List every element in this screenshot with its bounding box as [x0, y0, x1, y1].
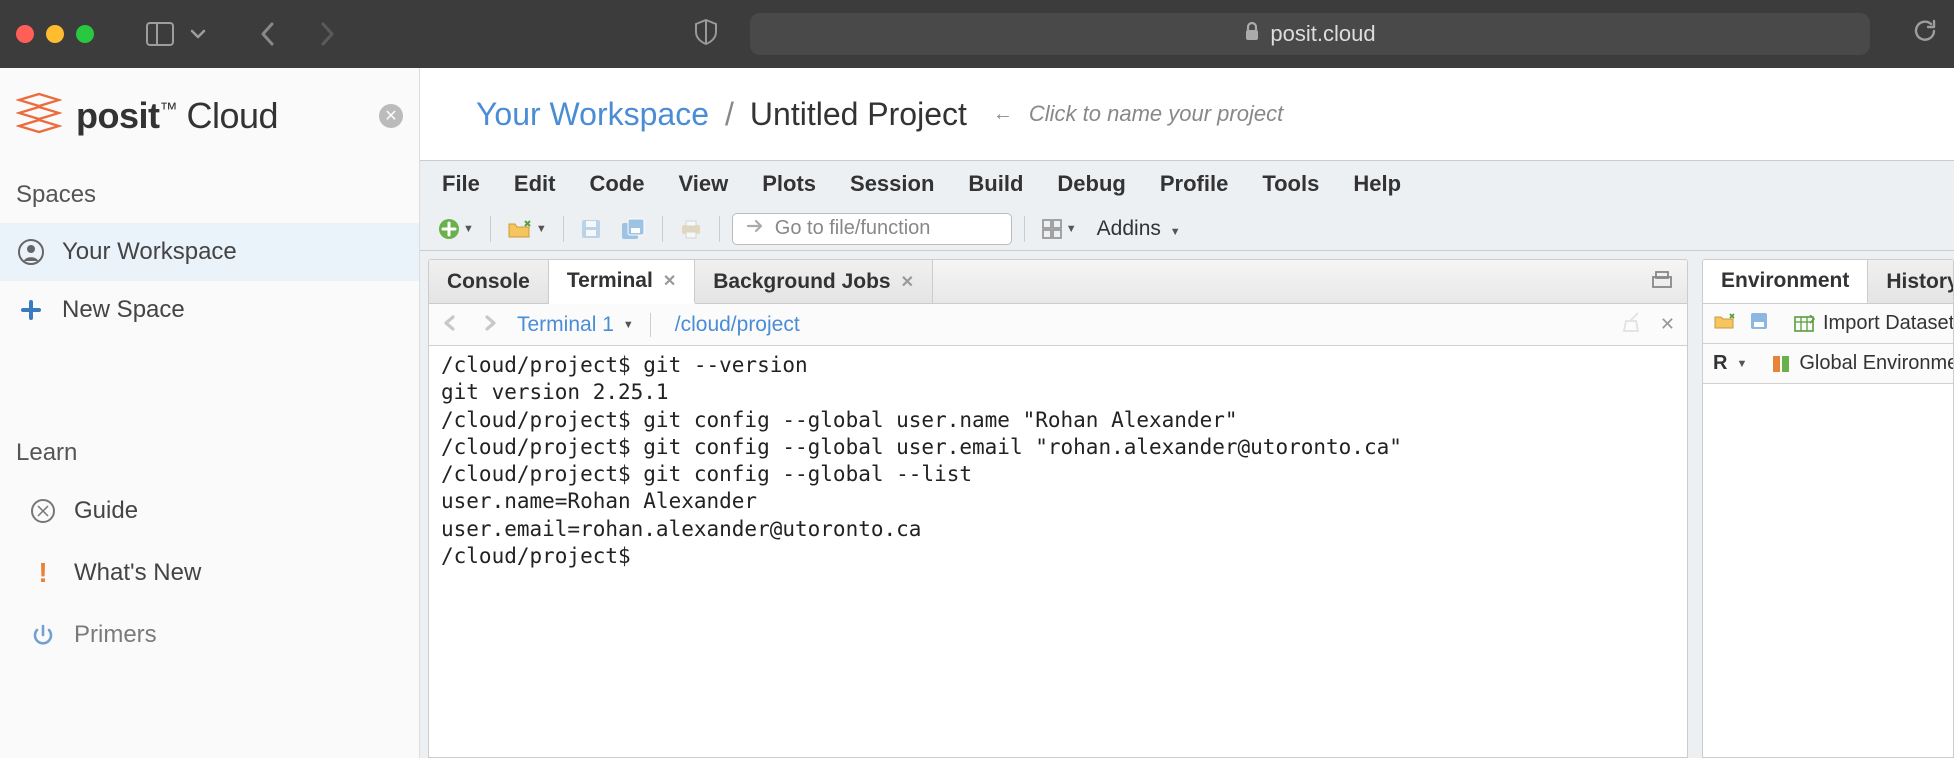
grid-view-button[interactable]: ▼	[1037, 214, 1081, 244]
breadcrumb: Your Workspace / Untitled Project ← Clic…	[420, 68, 1954, 160]
compass-icon	[30, 498, 56, 524]
breadcrumb-project-name[interactable]: Untitled Project	[750, 96, 967, 133]
environment-pane: Environment History Import Da	[1702, 259, 1954, 758]
rstudio-ide: File Edit Code View Plots Session Build …	[420, 160, 1954, 758]
power-icon	[30, 623, 56, 647]
tab-environment[interactable]: Environment	[1703, 260, 1868, 304]
menu-code[interactable]: Code	[589, 171, 644, 197]
tab-group-dropdown[interactable]	[190, 28, 206, 40]
terminal-output[interactable]: /cloud/project$ git --version git versio…	[429, 346, 1687, 757]
arrow-right-icon	[745, 217, 765, 241]
tab-background-jobs[interactable]: Background Jobs ✕	[695, 260, 933, 303]
sidebar-close-button[interactable]: ✕	[379, 104, 403, 128]
open-env-icon[interactable]	[1713, 312, 1737, 335]
address-bar[interactable]: posit.cloud	[750, 13, 1870, 55]
sidebar-toggle-button[interactable]	[146, 22, 178, 46]
menu-tools[interactable]: Tools	[1262, 171, 1319, 197]
environment-pane-tabs: Environment History	[1703, 260, 1953, 304]
rstudio-toolbar: ▼ ▼	[420, 207, 1954, 251]
terminal-prev-button[interactable]	[441, 312, 463, 338]
fullscreen-window-button[interactable]	[76, 25, 94, 43]
lock-icon	[1244, 21, 1260, 47]
back-button[interactable]	[248, 20, 286, 48]
spaces-section-label: Spaces	[0, 171, 419, 223]
browser-titlebar: posit.cloud	[0, 0, 1954, 68]
minimize-window-button[interactable]	[46, 25, 64, 43]
content-area: Your Workspace / Untitled Project ← Clic…	[420, 68, 1954, 758]
menu-build[interactable]: Build	[968, 171, 1023, 197]
save-env-icon[interactable]	[1749, 311, 1769, 336]
tab-terminal[interactable]: Terminal ✕	[549, 260, 695, 304]
sidebar-item-label: Guide	[74, 497, 138, 525]
goto-placeholder: Go to file/function	[775, 217, 931, 240]
sidebar-item-whats-new[interactable]: ! What's New	[0, 541, 419, 605]
reload-button[interactable]	[1912, 18, 1938, 51]
close-terminal-icon[interactable]: ✕	[1660, 314, 1675, 335]
menu-session[interactable]: Session	[850, 171, 934, 197]
window-controls	[16, 25, 94, 43]
sidebar-item-label: Your Workspace	[62, 238, 237, 266]
terminal-subtoolbar: Terminal 1 ▼ /cloud/project ✕	[429, 304, 1687, 346]
menu-profile[interactable]: Profile	[1160, 171, 1228, 197]
console-pane-tabs: Console Terminal ✕ Background Jobs ✕	[429, 260, 1687, 304]
maximize-pane-icon[interactable]	[1651, 269, 1673, 294]
r-scope-dropdown[interactable]: R ▼	[1713, 352, 1747, 375]
sidebar-item-label: New Space	[62, 296, 185, 324]
menu-edit[interactable]: Edit	[514, 171, 556, 197]
terminal-selector[interactable]: Terminal 1 ▼	[517, 313, 634, 337]
broom-icon[interactable]	[1620, 311, 1644, 338]
save-all-button[interactable]	[616, 214, 650, 244]
menu-help[interactable]: Help	[1353, 171, 1401, 197]
sidebar-item-guide[interactable]: Guide	[0, 481, 419, 541]
new-file-button[interactable]: ▼	[434, 214, 478, 244]
terminal-cwd: /cloud/project	[675, 313, 800, 337]
sidebar-item-label: Primers	[74, 621, 157, 649]
plus-icon	[16, 295, 46, 325]
breadcrumb-hint: Click to name your project	[1029, 101, 1283, 127]
app-sidebar: posit™ Cloud ✕ Spaces Your Workspace New…	[0, 68, 420, 758]
global-env-dropdown[interactable]: Global Environment	[1771, 352, 1953, 375]
close-icon[interactable]: ✕	[663, 271, 676, 291]
console-pane: Console Terminal ✕ Background Jobs ✕	[428, 259, 1688, 758]
forward-button[interactable]	[308, 20, 346, 48]
exclamation-icon: !	[30, 557, 56, 589]
sidebar-item-new-space[interactable]: New Space	[0, 281, 419, 339]
print-button[interactable]	[675, 214, 707, 244]
breadcrumb-workspace-link[interactable]: Your Workspace	[476, 96, 709, 133]
addins-dropdown[interactable]: Addins ▼	[1097, 217, 1181, 241]
environment-scope-bar: R ▼ Global Environment	[1703, 344, 1953, 384]
menu-bar: File Edit Code View Plots Session Build …	[420, 161, 1954, 207]
sidebar-item-your-workspace[interactable]: Your Workspace	[0, 223, 419, 281]
logo-row: posit™ Cloud ✕	[0, 68, 419, 171]
url-text: posit.cloud	[1270, 21, 1375, 47]
tab-console[interactable]: Console	[429, 260, 549, 303]
menu-view[interactable]: View	[678, 171, 728, 197]
hint-arrow-icon: ←	[993, 103, 1013, 126]
goto-file-input[interactable]: Go to file/function	[732, 213, 1012, 245]
learn-section-label: Learn	[0, 429, 419, 481]
menu-plots[interactable]: Plots	[762, 171, 816, 197]
user-circle-icon	[16, 237, 46, 267]
menu-debug[interactable]: Debug	[1057, 171, 1125, 197]
tab-history[interactable]: History	[1868, 260, 1953, 303]
environment-toolbar: Import Dataset	[1703, 304, 1953, 344]
save-button[interactable]	[576, 214, 606, 244]
open-file-button[interactable]: ▼	[503, 214, 551, 244]
close-window-button[interactable]	[16, 25, 34, 43]
import-dataset-button[interactable]: Import Dataset	[1793, 312, 1953, 335]
sidebar-item-label: What's New	[74, 559, 201, 587]
privacy-shield-icon[interactable]	[694, 18, 718, 51]
terminal-next-button[interactable]	[479, 312, 501, 338]
menu-file[interactable]: File	[442, 171, 480, 197]
breadcrumb-separator: /	[725, 96, 734, 133]
sidebar-item-primers[interactable]: Primers	[0, 605, 419, 665]
logo-text: posit™ Cloud	[76, 95, 278, 137]
close-icon[interactable]: ✕	[901, 272, 914, 292]
posit-logo-icon	[16, 90, 62, 141]
